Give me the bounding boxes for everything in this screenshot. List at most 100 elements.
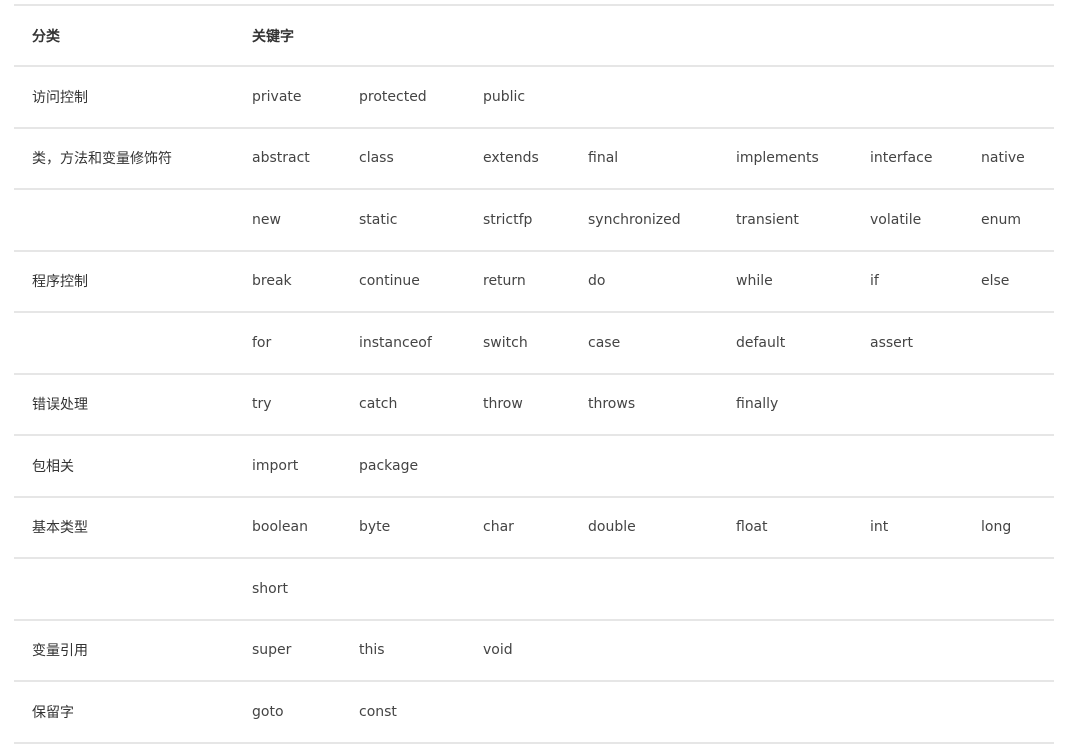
table-row: 保留字 goto const: [14, 681, 1054, 743]
keyword-cell: [963, 66, 1054, 128]
keyword-cell: [963, 435, 1054, 497]
header-category: 分类: [32, 28, 60, 45]
keyword-cell: switch: [483, 334, 528, 351]
keyword-cell: [570, 558, 718, 620]
category-cell: [14, 312, 234, 374]
category-cell: 保留字: [32, 704, 74, 721]
category-cell: 类，方法和变量修饰符: [32, 151, 172, 168]
keyword-cell: goto: [252, 703, 284, 720]
keyword-cell: [341, 558, 465, 620]
keyword-cell: new: [252, 211, 281, 228]
table-body: 访问控制 private protected public 类，方法和变量修饰符 abst…: [14, 66, 1054, 743]
keyword-cell: protected: [359, 88, 427, 105]
keyword-cell: enum: [981, 211, 1021, 228]
keywords-table-container: 分类 关键字 访问控制 private protected public 类，方法和变量…: [14, 4, 1054, 744]
keyword-cell: for: [252, 334, 272, 351]
header-empty: [963, 5, 1054, 66]
keyword-cell: native: [981, 150, 1025, 167]
keyword-cell: float: [736, 519, 768, 536]
header-empty: [570, 5, 718, 66]
keyword-cell: static: [359, 211, 398, 228]
keyword-cell: catch: [359, 396, 398, 413]
keyword-cell: [963, 620, 1054, 682]
category-cell: 访问控制: [32, 89, 88, 106]
keyword-cell: void: [483, 642, 513, 659]
keyword-cell: double: [588, 519, 636, 536]
category-cell: [14, 558, 234, 620]
table-row: 访问控制 private protected public: [14, 66, 1054, 128]
keyword-cell: import: [252, 457, 299, 474]
keyword-cell: [852, 374, 963, 436]
table-row: for instanceof switch case default assert: [14, 312, 1054, 374]
keyword-cell: int: [870, 519, 889, 536]
keyword-cell: while: [736, 273, 773, 290]
keyword-cell: [570, 435, 718, 497]
keyword-cell: [852, 66, 963, 128]
keyword-cell: abstract: [252, 150, 310, 167]
keyword-cell: [963, 374, 1054, 436]
keyword-cell: assert: [870, 334, 914, 351]
keyword-cell: package: [359, 457, 419, 474]
keyword-cell: [718, 620, 852, 682]
keyword-cell: [852, 435, 963, 497]
keyword-cell: else: [981, 273, 1010, 290]
header-keywords: 关键字: [252, 28, 294, 45]
keyword-cell: transient: [736, 211, 799, 228]
keyword-cell: this: [359, 642, 385, 659]
keyword-cell: break: [252, 273, 292, 290]
keyword-cell: try: [252, 396, 272, 413]
keyword-cell: extends: [483, 150, 539, 167]
keyword-cell: default: [736, 334, 786, 351]
header-empty: [718, 5, 852, 66]
keyword-cell: char: [483, 519, 514, 536]
table-row: short: [14, 558, 1054, 620]
keyword-cell: private: [252, 88, 302, 105]
keyword-cell: final: [588, 150, 619, 167]
table-row: 基本类型 boolean byte char double float int long: [14, 496, 1054, 559]
keyword-cell: const: [359, 703, 397, 720]
keyword-cell: throws: [588, 396, 636, 413]
keyword-cell: [465, 435, 570, 497]
category-cell: 程序控制: [32, 274, 88, 291]
keyword-cell: finally: [736, 396, 779, 413]
keyword-cell: [718, 435, 852, 497]
keyword-cell: continue: [359, 273, 420, 290]
keyword-cell: [963, 312, 1054, 374]
keyword-cell: return: [483, 273, 526, 290]
header-empty: [341, 5, 465, 66]
category-cell: 包相关: [32, 458, 74, 475]
keyword-cell: super: [252, 642, 292, 659]
keyword-cell: [718, 681, 852, 743]
header-empty: [852, 5, 963, 66]
keyword-cell: byte: [359, 519, 391, 536]
keyword-cell: short: [252, 580, 288, 597]
keyword-cell: volatile: [870, 211, 922, 228]
keyword-cell: implements: [736, 150, 819, 167]
keyword-cell: instanceof: [359, 334, 432, 351]
table-row: new static strictfp synchronized transient vo…: [14, 189, 1054, 251]
keyword-cell: case: [588, 334, 621, 351]
keyword-cell: synchronized: [588, 211, 681, 228]
category-cell: 错误处理: [32, 397, 88, 414]
header-empty: [465, 5, 570, 66]
keyword-cell: public: [483, 88, 526, 105]
keyword-cell: [570, 681, 718, 743]
keyword-cell: [465, 558, 570, 620]
keyword-cell: [718, 558, 852, 620]
keyword-cell: strictfp: [483, 211, 533, 228]
table-header-row: 分类 关键字: [14, 5, 1054, 66]
java-keywords-table: 分类 关键字 访问控制 private protected public 类，方法和变量…: [14, 4, 1054, 744]
keyword-cell: boolean: [252, 519, 308, 536]
table-row: 程序控制 break continue return do while if else: [14, 250, 1054, 313]
category-cell: [14, 189, 234, 251]
keyword-cell: [852, 558, 963, 620]
keyword-cell: [570, 620, 718, 682]
keyword-cell: [963, 558, 1054, 620]
keyword-cell: [963, 681, 1054, 743]
keyword-cell: [570, 66, 718, 128]
category-cell: 基本类型: [32, 520, 88, 537]
table-row: 类，方法和变量修饰符 abstract class extends final imple…: [14, 127, 1054, 190]
keyword-cell: throw: [483, 396, 523, 413]
keyword-cell: [852, 620, 963, 682]
table-row: 包相关 import package: [14, 435, 1054, 497]
